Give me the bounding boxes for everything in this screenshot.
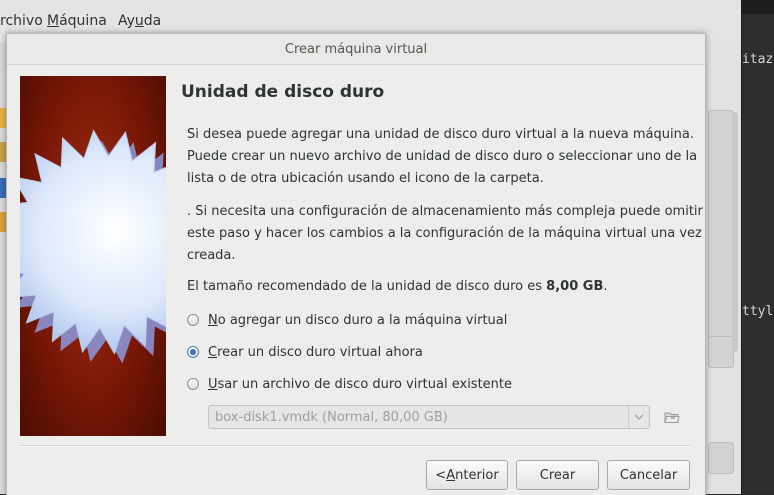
menu-maquina[interactable]: Máquina: [47, 13, 107, 29]
wizard-side-image: [20, 76, 166, 436]
cancel-button[interactable]: Cancelar: [607, 460, 690, 490]
option-no-disk[interactable]: No agregar un disco duro a la máquina vi…: [187, 310, 507, 330]
terminal-titlebar: [742, 0, 774, 14]
dialog-title: Crear máquina virtual: [284, 42, 428, 57]
create-vm-dialog: Crear máquina virtual Unidad de disco du…: [6, 33, 706, 495]
radio-button-selected[interactable]: [187, 346, 199, 358]
details-box: [708, 110, 734, 348]
description-paragraph: Si desea puede agregar una unidad de dis…: [187, 124, 698, 190]
description-line: Puede crear un nuevo archivo de unidad d…: [187, 149, 698, 164]
note-line: creada.: [187, 248, 236, 263]
button-separator: [20, 445, 690, 447]
details-panel-edge: [704, 42, 741, 494]
description-line: Si desea puede agregar una unidad de dis…: [187, 127, 694, 142]
dialog-titlebar[interactable]: Crear máquina virtual: [7, 34, 705, 65]
details-box: [708, 336, 734, 368]
note-line: . Si necesita una configuración de almac…: [187, 204, 703, 219]
note-line: este paso y hacer los cambios a la confi…: [187, 226, 702, 241]
option-label: Usar un archivo de disco duro virtual ex…: [208, 376, 513, 392]
chevron-down-icon[interactable]: [628, 406, 649, 428]
page-heading: Unidad de disco duro: [181, 82, 385, 102]
description-line: lista o de otra ubicación usando el icon…: [187, 171, 544, 186]
back-button[interactable]: < Anterior: [426, 460, 508, 490]
option-create-disk[interactable]: Crear un disco duro virtual ahora: [187, 342, 423, 362]
menu-ayuda[interactable]: Ayuda: [118, 13, 161, 29]
scrollbar[interactable]: [732, 112, 738, 352]
radio-button[interactable]: [187, 378, 199, 390]
recommended-label: El tamaño recomendado de la unidad de di…: [187, 279, 547, 294]
radio-button[interactable]: [187, 314, 199, 326]
option-existing-disk[interactable]: Usar un archivo de disco duro virtual ex…: [187, 374, 512, 394]
recommended-size-value: 8,00 GB: [546, 279, 604, 294]
existing-disk-value: box-disk1.vmdk (Normal, 80,00 GB): [215, 410, 448, 425]
option-label: No agregar un disco duro a la máquina vi…: [208, 312, 508, 328]
create-button[interactable]: Crear: [516, 460, 599, 490]
terminal-line: itaz: [742, 52, 774, 67]
menu-archivo[interactable]: rchivo: [0, 13, 43, 29]
folder-open-icon[interactable]: [663, 408, 681, 426]
advanced-note-paragraph: . Si necesita una configuración de almac…: [187, 201, 703, 267]
option-label: Crear un disco duro virtual ahora: [208, 344, 423, 360]
terminal-line: ttyl: [742, 304, 774, 319]
existing-disk-select[interactable]: box-disk1.vmdk (Normal, 80,00 GB): [208, 405, 650, 429]
starburst-illustration: [20, 129, 166, 364]
terminal-window: itaz ttyl: [741, 0, 774, 494]
details-box: [708, 442, 734, 474]
recommended-size-text: El tamaño recomendado de la unidad de di…: [187, 279, 608, 294]
